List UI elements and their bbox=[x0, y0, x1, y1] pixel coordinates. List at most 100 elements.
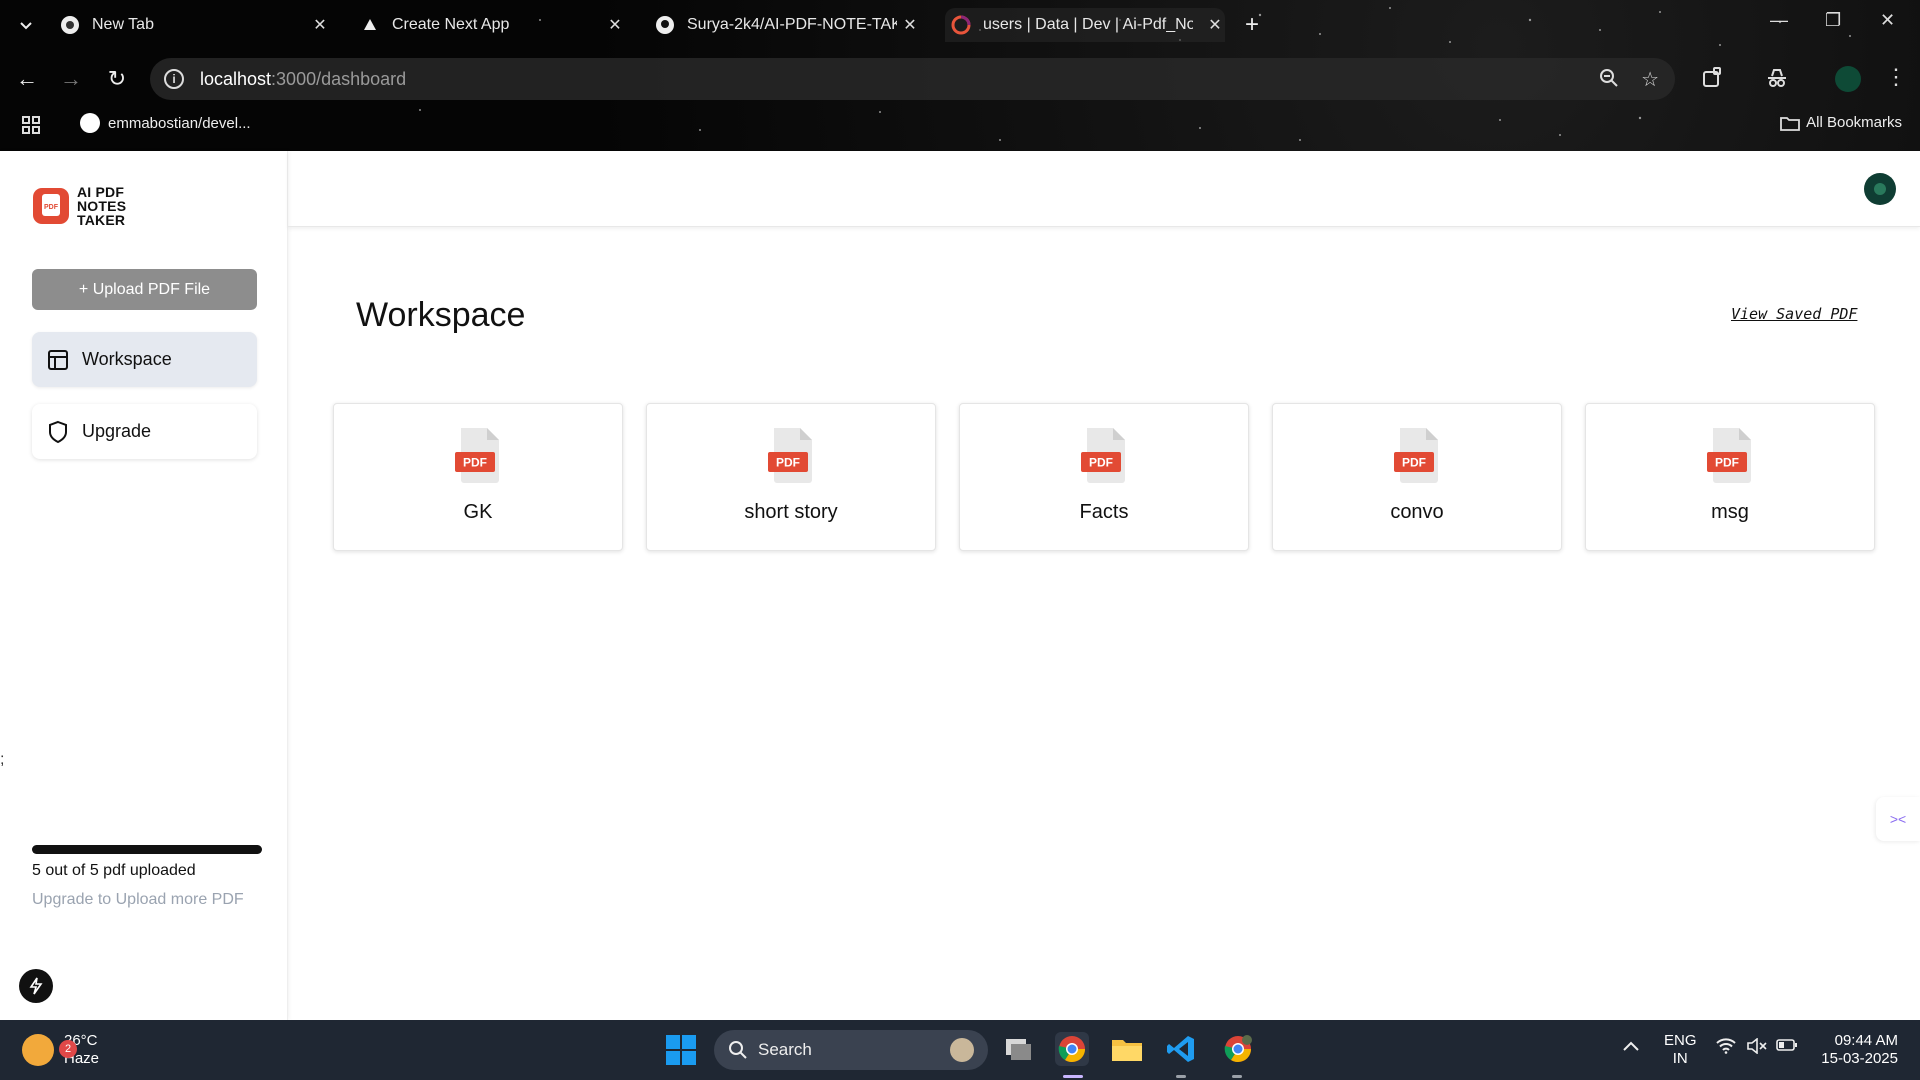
shield-icon bbox=[46, 420, 70, 444]
search-icon bbox=[728, 1040, 748, 1065]
pdf-card[interactable]: PDF Facts bbox=[959, 403, 1249, 551]
clock[interactable]: 09:44 AM 15-03-2025 bbox=[1821, 1032, 1898, 1068]
weather-widget[interactable]: 2 26°C Haze bbox=[22, 1032, 99, 1068]
close-icon[interactable]: ✕ bbox=[900, 15, 920, 35]
browser-chrome: New Tab ✕ Create Next App ✕ Surya-2k4/AI… bbox=[0, 0, 1920, 151]
all-bookmarks-button[interactable]: All Bookmarks bbox=[1780, 114, 1902, 131]
forward-arrow-icon[interactable]: → bbox=[56, 64, 86, 94]
github-icon bbox=[80, 113, 100, 133]
notification-badge: 2 bbox=[59, 1040, 77, 1058]
window-close-icon[interactable]: ✕ bbox=[1880, 10, 1895, 31]
wifi-icon[interactable] bbox=[1716, 1038, 1736, 1059]
pdf-card[interactable]: PDF convo bbox=[1272, 403, 1562, 551]
windows-start-icon[interactable] bbox=[666, 1035, 696, 1065]
speaker-muted-icon[interactable] bbox=[1747, 1037, 1767, 1059]
close-icon[interactable]: ✕ bbox=[1205, 15, 1225, 35]
url-text[interactable]: localhost:3000/dashboard bbox=[200, 69, 406, 90]
bookmark-star-icon[interactable]: ☆ bbox=[1641, 67, 1659, 92]
upload-progress-fill bbox=[32, 845, 262, 854]
upload-count-text: 5 out of 5 pdf uploaded bbox=[32, 862, 196, 879]
zoom-icon[interactable] bbox=[1599, 68, 1619, 93]
folder-icon bbox=[1780, 116, 1801, 131]
apps-grid-icon[interactable] bbox=[22, 116, 40, 139]
search-highlight-image bbox=[950, 1038, 974, 1062]
task-view-icon[interactable] bbox=[1001, 1032, 1035, 1066]
chrome-profile-running-indicator bbox=[1232, 1075, 1242, 1078]
file-explorer-icon[interactable] bbox=[1110, 1032, 1144, 1066]
stray-character: ; bbox=[0, 751, 5, 768]
upload-pdf-button[interactable]: + Upload PDF File bbox=[32, 269, 257, 310]
search-label: Search bbox=[758, 1040, 812, 1059]
more-menu-icon[interactable]: ⋮ bbox=[1885, 64, 1907, 90]
svg-text:PDF: PDF bbox=[1089, 456, 1113, 470]
logo-text: AI PDF NOTES TAKER bbox=[77, 184, 127, 228]
chrome-running-indicator bbox=[1063, 1075, 1083, 1078]
reload-icon[interactable]: ↻ bbox=[102, 64, 132, 94]
pdf-card-title: Facts bbox=[1079, 501, 1129, 523]
pdf-file-icon: PDF bbox=[768, 428, 812, 483]
svg-text:PDF: PDF bbox=[1402, 456, 1426, 470]
tab-title: New Tab bbox=[92, 16, 154, 33]
sidebar-item-upgrade[interactable]: Upgrade bbox=[32, 404, 257, 459]
browser-profile-avatar[interactable] bbox=[1835, 66, 1861, 92]
pdf-card[interactable]: PDF GK bbox=[333, 403, 623, 551]
tab-create-next-app[interactable]: Create Next App ✕ bbox=[360, 8, 625, 42]
restore-icon[interactable]: ❐ bbox=[1825, 10, 1841, 31]
pdf-card-title: short story bbox=[744, 501, 838, 523]
chrome-taskbar-icon[interactable] bbox=[1055, 1032, 1089, 1066]
pdf-card-title: GK bbox=[463, 501, 493, 523]
bookmarks-bar: emmabostian/devel... All Bookmarks bbox=[0, 108, 1920, 142]
pdf-card-grid: PDF GK PDF short story PDF Facts PDF convo PDF ms… bbox=[333, 403, 1875, 551]
vercel-triangle-icon bbox=[360, 15, 380, 35]
pdf-card-title: convo bbox=[1390, 501, 1444, 523]
minimize-icon[interactable]: — bbox=[1770, 10, 1788, 31]
address-bar[interactable]: i localhost:3000/dashboard ☆ bbox=[150, 58, 1675, 100]
chrome-profile-taskbar-icon[interactable] bbox=[1221, 1032, 1255, 1066]
lightning-bolt-icon[interactable] bbox=[19, 969, 53, 1003]
pdf-file-icon: PDF bbox=[1081, 428, 1125, 483]
language-indicator[interactable]: ENG IN bbox=[1664, 1032, 1697, 1068]
app-root: PDF AI PDF NOTES TAKER + Upload PDF File… bbox=[0, 151, 1920, 1020]
close-icon[interactable]: ✕ bbox=[605, 15, 625, 35]
all-bookmarks-label: All Bookmarks bbox=[1806, 114, 1902, 131]
chevron-up-icon[interactable] bbox=[1623, 1038, 1639, 1056]
tab-github-repo[interactable]: Surya-2k4/AI-PDF-NOTE-TAKER ✕ bbox=[655, 8, 920, 42]
vscode-icon[interactable] bbox=[1164, 1032, 1198, 1066]
sidebar-item-label: Workspace bbox=[82, 349, 172, 369]
tab-search-chevron-icon[interactable] bbox=[14, 13, 38, 37]
bookmark-label: emmabostian/devel... bbox=[108, 114, 251, 132]
address-row: ← → ↻ i localhost:3000/dashboard ☆ ⋮ bbox=[0, 58, 1920, 100]
pdf-file-icon: PDF bbox=[1707, 428, 1751, 483]
pdf-card[interactable]: PDF msg bbox=[1585, 403, 1875, 551]
new-tab-button[interactable]: + bbox=[1245, 11, 1259, 39]
tab-new-tab[interactable]: New Tab ✕ bbox=[60, 8, 330, 42]
battery-icon[interactable] bbox=[1776, 1038, 1798, 1057]
back-arrow-icon[interactable]: ← bbox=[12, 64, 42, 94]
tab-convex-users[interactable]: users | Data | Dev | Ai-Pdf_Note ✕ bbox=[945, 8, 1225, 42]
github-icon bbox=[655, 15, 675, 35]
page-title: Workspace bbox=[356, 296, 526, 334]
sidebar-item-workspace[interactable]: Workspace bbox=[32, 332, 257, 387]
bookmark-emmabostian[interactable]: emmabostian/devel... bbox=[80, 113, 251, 133]
pdf-card-title: msg bbox=[1711, 501, 1749, 523]
close-icon[interactable]: ✕ bbox=[310, 15, 330, 35]
sidebar-item-label: Upgrade bbox=[82, 421, 152, 441]
svg-text:PDF: PDF bbox=[776, 456, 800, 470]
view-saved-pdf-link[interactable]: View Saved PDF bbox=[1731, 305, 1857, 323]
floating-widget-icon[interactable]: >< bbox=[1876, 797, 1920, 841]
weather-haze-icon bbox=[22, 1034, 54, 1066]
tab-title: users | Data | Dev | Ai-Pdf_Note bbox=[983, 16, 1193, 33]
chrome-icon bbox=[60, 15, 80, 35]
site-info-icon[interactable]: i bbox=[164, 69, 184, 89]
layout-icon bbox=[46, 348, 70, 372]
user-avatar[interactable] bbox=[1864, 173, 1896, 205]
taskbar-search-box[interactable]: Search bbox=[714, 1030, 988, 1070]
convex-icon bbox=[951, 15, 971, 35]
vscode-running-indicator bbox=[1176, 1075, 1186, 1078]
tab-title: Surya-2k4/AI-PDF-NOTE-TAKER bbox=[687, 16, 897, 33]
incognito-icon[interactable] bbox=[1765, 66, 1789, 95]
pdf-logo-icon: PDF bbox=[33, 188, 69, 224]
app-logo[interactable]: PDF AI PDF NOTES TAKER bbox=[33, 185, 177, 227]
pdf-card[interactable]: PDF short story bbox=[646, 403, 936, 551]
extensions-icon[interactable] bbox=[1700, 66, 1724, 95]
